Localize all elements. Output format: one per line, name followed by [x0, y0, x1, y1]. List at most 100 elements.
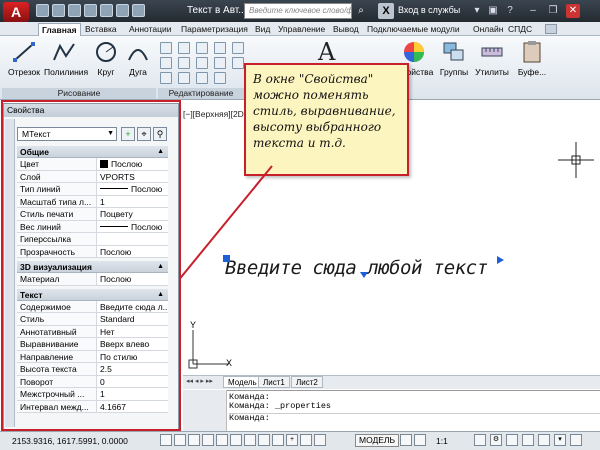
line-button[interactable]: Отрезок	[4, 40, 44, 77]
polar-icon[interactable]	[202, 434, 214, 446]
model-space-toggle[interactable]: МОДЕЛЬ	[355, 434, 400, 447]
isolate-icon[interactable]	[538, 434, 550, 446]
save-icon[interactable]	[68, 4, 81, 17]
otrack-icon[interactable]	[244, 434, 256, 446]
exchange-icon[interactable]: X	[378, 3, 394, 19]
tab-online[interactable]: Онлайн	[470, 23, 506, 36]
height-grip-icon[interactable]	[360, 272, 368, 278]
grid-icon[interactable]	[174, 434, 186, 446]
groups-button[interactable]: Группы	[434, 40, 474, 77]
tab-insert[interactable]: Вставка	[82, 23, 120, 36]
lock-icon[interactable]	[506, 434, 518, 446]
coordinates-readout[interactable]: 2153.9316, 1617.5991, 0.0000	[12, 436, 128, 446]
tab-layout2[interactable]: Лист2	[291, 376, 323, 388]
width-grip-icon[interactable]	[497, 256, 504, 264]
quickview-drawings-icon[interactable]	[414, 434, 426, 446]
open-icon[interactable]	[52, 4, 65, 17]
minimize-icon[interactable]: –	[526, 4, 540, 18]
snap-icon[interactable]	[160, 434, 172, 446]
polyline-button[interactable]: Полилиния	[44, 40, 88, 77]
ribbon-toggle-icon[interactable]	[545, 24, 557, 34]
circle-label: Круг	[97, 67, 115, 77]
clipboard-button[interactable]: Буфе...	[512, 40, 552, 77]
highlight-frame	[1, 100, 181, 431]
utilities-button[interactable]: Утилиты	[472, 40, 512, 77]
sign-in-link[interactable]: Вход в службы	[398, 5, 460, 15]
tab-spds[interactable]: СПДС	[505, 23, 535, 36]
quickprops-icon[interactable]	[314, 434, 326, 446]
redo-icon[interactable]	[132, 4, 145, 17]
tab-nav-arrows[interactable]: ◂◂ ◂ ▸ ▸▸	[186, 377, 213, 385]
hardware-accel-icon[interactable]	[522, 434, 534, 446]
ducs-icon[interactable]	[258, 434, 270, 446]
mirror-tool-icon[interactable]	[196, 57, 208, 69]
array-tool-icon[interactable]	[214, 72, 226, 84]
move-tool-icon[interactable]	[178, 42, 190, 54]
search-input[interactable]: Введите ключевое слово/фразу	[244, 3, 352, 19]
command-history-line: Команда: _properties	[229, 401, 332, 411]
command-window[interactable]: Команда: Команда: _properties Команда:	[183, 390, 600, 431]
annotation-scale[interactable]: 1:1	[436, 436, 448, 446]
help-icon[interactable]: ?	[503, 4, 517, 18]
print-icon[interactable]	[100, 4, 113, 17]
tab-annotate[interactable]: Аннотации	[126, 23, 175, 36]
rotate-tool-icon[interactable]	[196, 42, 208, 54]
new-icon[interactable]	[36, 4, 49, 17]
binoculars-icon[interactable]: ⌕	[354, 3, 368, 19]
ucs-y-label: Y	[190, 320, 197, 330]
ucs-x-label: X	[226, 358, 233, 368]
command-input[interactable]: Команда:	[229, 413, 600, 423]
application-menu-button[interactable]: A	[3, 2, 29, 22]
clipboard-icon	[523, 41, 541, 63]
ortho-icon[interactable]	[188, 434, 200, 446]
tab-manage[interactable]: Управление	[275, 23, 328, 36]
exchange-apps-icon[interactable]: ▣	[486, 4, 500, 18]
3dosnap-icon[interactable]	[230, 434, 242, 446]
fillet-tool-icon[interactable]	[214, 57, 226, 69]
dropdown-icon[interactable]: ▾	[470, 4, 484, 18]
document-title: Текст в Авт...	[187, 5, 247, 16]
tab-model[interactable]: Модель	[223, 376, 262, 388]
tab-view[interactable]: Вид	[252, 23, 273, 36]
erase-tool-icon[interactable]	[232, 42, 244, 54]
close-icon[interactable]: ✕	[566, 4, 580, 18]
text-tool-icon[interactable]: A	[318, 38, 335, 66]
modify-panel-label[interactable]: Редактирование	[158, 88, 244, 99]
stretch-tool-icon[interactable]	[178, 72, 190, 84]
ruler-icon	[481, 47, 503, 57]
tab-output[interactable]: Вывод	[330, 23, 362, 36]
osnap-icon[interactable]	[216, 434, 228, 446]
crosshair-cursor-icon	[558, 142, 594, 178]
workspace-icon[interactable]: ⚙	[490, 434, 502, 446]
transparency-icon[interactable]	[300, 434, 312, 446]
tab-plugins[interactable]: Подключаемые модули	[364, 23, 463, 36]
lineweight-icon[interactable]: +	[286, 434, 298, 446]
dyn-icon[interactable]	[272, 434, 284, 446]
undo-icon[interactable]	[116, 4, 129, 17]
tab-parametric[interactable]: Параметризация	[178, 23, 251, 36]
rect-tool-icon[interactable]	[160, 42, 172, 54]
command-window-handle[interactable]	[183, 390, 227, 431]
quickview-layouts-icon[interactable]	[400, 434, 412, 446]
annotation-visibility-icon[interactable]	[474, 434, 486, 446]
status-menu-icon[interactable]: ▾	[554, 434, 566, 446]
ellipse-tool-icon[interactable]	[160, 72, 172, 84]
explode-tool-icon[interactable]	[232, 57, 244, 69]
draw-panel-label[interactable]: Рисование	[2, 88, 156, 99]
clean-screen-icon[interactable]	[570, 434, 582, 446]
arc-label: Дуга	[129, 67, 147, 77]
polyline-label: Полилиния	[44, 67, 89, 77]
arc-button[interactable]: Дуга	[118, 40, 158, 77]
polyline-icon	[53, 43, 75, 61]
arc-icon	[128, 49, 148, 61]
hatch-tool-icon[interactable]	[160, 57, 172, 69]
viewport-controls[interactable]: [−][Верхняя][2D	[183, 109, 244, 119]
restore-icon[interactable]: ❐	[546, 4, 560, 18]
scale-tool-icon[interactable]	[196, 72, 208, 84]
tab-layout1[interactable]: Лист1	[258, 376, 290, 388]
copy-tool-icon[interactable]	[178, 57, 190, 69]
tab-home[interactable]: Главная	[38, 23, 81, 36]
clipboard-label: Буфе...	[517, 67, 547, 77]
saveas-icon[interactable]	[84, 4, 97, 17]
trim-tool-icon[interactable]	[214, 42, 226, 54]
